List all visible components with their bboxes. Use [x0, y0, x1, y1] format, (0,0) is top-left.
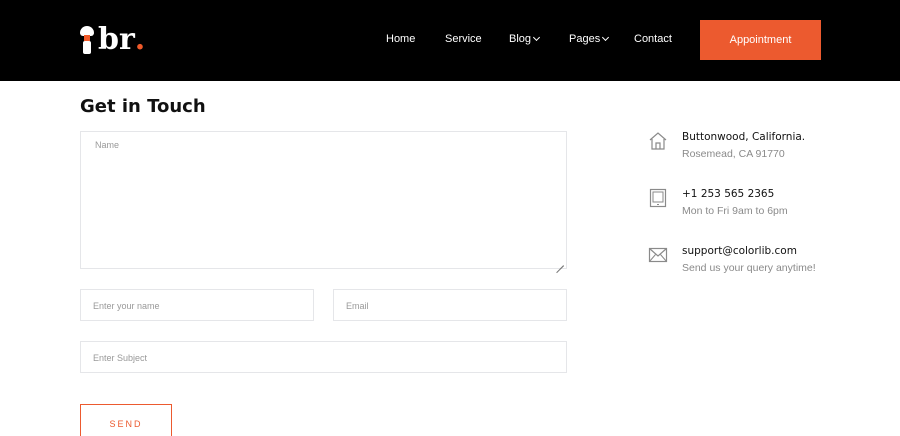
email-subtitle: Send us your query anytime! — [682, 262, 816, 274]
message-placeholder: Name — [95, 140, 120, 150]
address-title: Buttonwood, California. — [682, 131, 806, 143]
phone-title: +1 253 565 2365 — [682, 188, 775, 200]
tablet-icon — [649, 188, 667, 208]
nav-item-service[interactable]: Service — [445, 33, 482, 45]
subject-placeholder: Enter Subject — [93, 353, 148, 363]
send-button[interactable]: SEND — [80, 404, 172, 436]
page-title: Get in Touch — [80, 96, 206, 117]
appointment-button[interactable]: Appointment — [700, 20, 821, 60]
logo-text: br — [98, 22, 135, 57]
chevron-down-icon — [602, 33, 610, 42]
name-input[interactable]: Enter your name — [80, 289, 314, 321]
email-placeholder: Email — [346, 301, 369, 311]
resize-handle-icon[interactable] — [556, 258, 564, 266]
site-header: br. Home Service Blog Pages Contact Appo… — [0, 0, 900, 81]
nav-item-contact[interactable]: Contact — [634, 33, 672, 45]
email-title[interactable]: support@colorlib.com — [682, 245, 797, 257]
chevron-down-icon — [532, 33, 541, 42]
nav-item-pages[interactable]: Pages — [569, 33, 610, 45]
subject-input[interactable]: Enter Subject — [80, 341, 567, 373]
nav-item-blog[interactable]: Blog — [509, 33, 541, 45]
name-placeholder: Enter your name — [93, 301, 160, 311]
message-textarea[interactable]: Name — [80, 131, 567, 269]
home-icon — [649, 132, 667, 150]
nav-item-home[interactable]: Home — [386, 33, 415, 45]
email-icon — [648, 247, 668, 263]
brush-logo-icon — [80, 26, 96, 54]
logo-dot: . — [134, 22, 146, 57]
address-subtitle: Rosemead, CA 91770 — [682, 148, 785, 160]
email-input[interactable]: Email — [333, 289, 567, 321]
site-logo[interactable]: br. — [80, 24, 145, 56]
phone-subtitle: Mon to Fri 9am to 6pm — [682, 205, 788, 217]
